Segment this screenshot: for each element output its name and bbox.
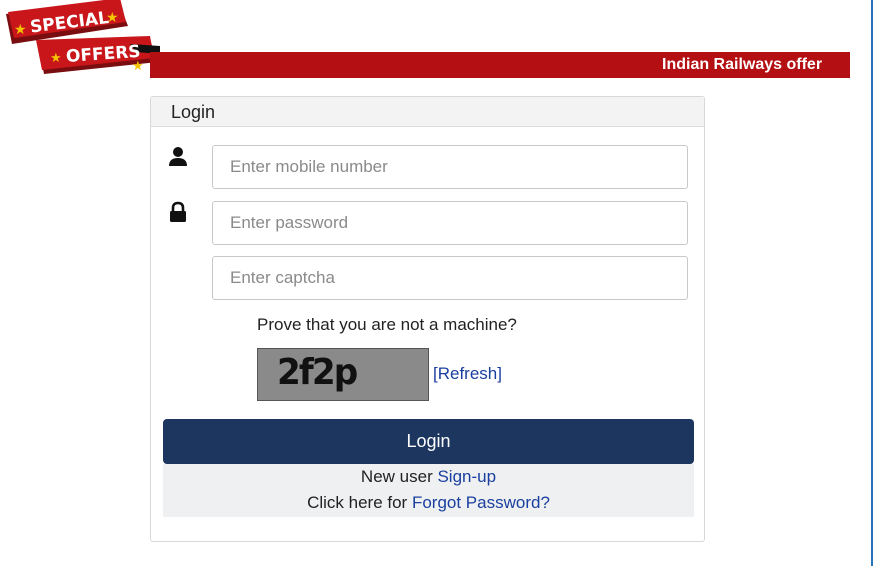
signup-link[interactable]: Sign-up	[437, 467, 496, 486]
mobile-number-input[interactable]	[212, 145, 688, 189]
svg-text:★: ★	[14, 22, 27, 38]
login-panel-title: Login	[171, 102, 216, 122]
login-button[interactable]: Login	[163, 419, 694, 464]
window-edge	[871, 0, 873, 566]
new-user-label: New user	[360, 467, 438, 486]
login-panel: Login Prove that you are not a machine? …	[150, 96, 705, 542]
special-offers-badge[interactable]: ★ ★ ★ ★ SPECIAL OFFERS	[0, 0, 165, 82]
svg-text:★: ★	[50, 51, 62, 66]
login-panel-header: Login	[151, 97, 704, 127]
captcha-input[interactable]	[212, 256, 688, 300]
forgot-password-line: Click here for Forgot Password?	[163, 493, 694, 513]
login-footer-links: New user Sign-up Click here for Forgot P…	[163, 464, 694, 517]
captcha-image: 2f2p	[257, 348, 429, 401]
password-input[interactable]	[212, 201, 688, 245]
captcha-code: 2f2p	[277, 352, 358, 393]
forgot-password-prefix: Click here for	[307, 493, 412, 512]
offer-banner-text: Indian Railways offer	[662, 56, 823, 73]
forgot-password-link[interactable]: Forgot Password?	[412, 493, 550, 512]
captcha-prompt: Prove that you are not a machine?	[257, 315, 517, 334]
captcha-refresh-link[interactable]: [Refresh]	[433, 364, 502, 384]
offer-banner[interactable]: Indian Railways offer	[150, 52, 850, 78]
lock-icon	[170, 201, 186, 222]
signup-line: New user Sign-up	[163, 467, 694, 487]
user-icon	[169, 147, 187, 166]
